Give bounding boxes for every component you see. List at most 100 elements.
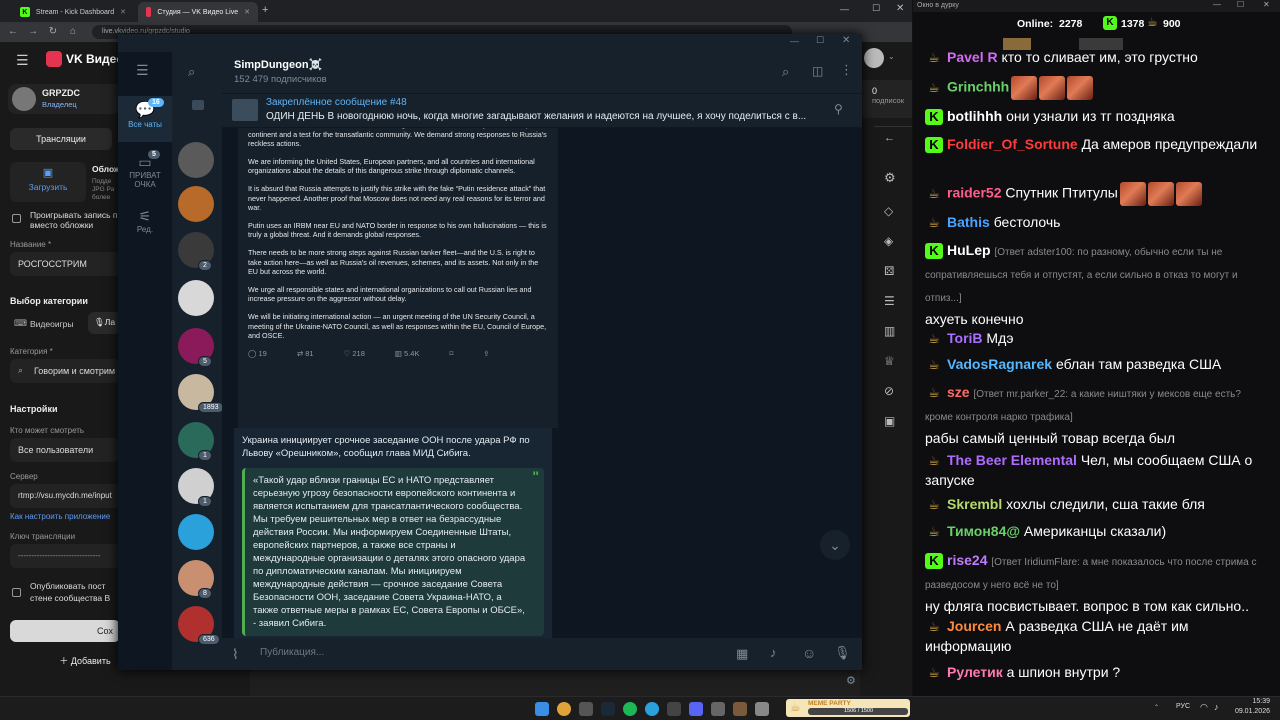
emoji-icon[interactable]: ☺ [802,645,816,661]
chat-username[interactable]: botlihhh [947,108,1002,124]
reload-icon[interactable]: ↻ [46,25,60,39]
app-icon[interactable] [711,702,725,716]
meme-party-widget[interactable]: ☕ MEME PARTY 1506 / 1500 [786,699,910,717]
folder-private[interactable]: ▭ ПРИВАТ ОЧКА 5 [118,150,172,196]
close-tab-icon[interactable]: ✕ [120,8,126,16]
category-field[interactable]: ⌕ Говорим и смотрим [10,359,120,383]
pin-list-icon[interactable]: ⚲ [834,102,843,116]
app-icon[interactable] [733,702,747,716]
maximize-window-icon[interactable]: ☐ [816,35,824,46]
telegram-icon[interactable] [645,702,659,716]
bell-icon[interactable]: ♪ [770,645,777,660]
chat-avatar[interactable] [178,280,214,316]
forward-icon[interactable]: → [26,25,40,39]
close-window-icon[interactable]: ✕ [1263,0,1270,9]
folder-edit[interactable]: ⚟ Ред. [118,208,172,234]
chat-off-icon[interactable]: ⊘ [884,384,894,398]
add-button[interactable]: ＋ Добавить [10,650,120,672]
browser-tab-vk[interactable]: Студия — VK Видео Live ✕ [138,2,258,22]
chat-username[interactable]: Pavel R [947,49,998,65]
volume-icon[interactable]: ♪ [1214,702,1219,712]
maximize-window-icon[interactable]: ☐ [1237,0,1244,9]
back-icon[interactable]: ← [6,25,20,39]
chat-username[interactable]: Foldier_Of_Sortune [947,136,1078,152]
stream-key-field[interactable]: ------------------------------- [10,544,120,568]
browser-tab-kick[interactable]: K Stream - Kick Dashboard ✕ [12,2,134,22]
video-icon[interactable]: ▣ [884,414,895,428]
who-can-watch-select[interactable]: Все пользователи [10,438,120,462]
maximize-window-icon[interactable]: ☐ [872,3,880,14]
chat-avatar[interactable] [178,186,214,222]
list-icon[interactable]: ☰ [884,294,895,308]
chat-username[interactable]: HuLep [947,242,991,258]
chat-username[interactable]: Bathis [947,214,990,230]
close-tab-icon[interactable]: ✕ [244,8,250,16]
chat-username[interactable]: Skrembl [947,496,1002,512]
wifi-icon[interactable]: ◠ [1200,702,1208,713]
scroll-down-button[interactable]: ⌄ [820,530,850,560]
chat-avatar[interactable] [178,514,214,550]
chat-username[interactable]: raider52 [947,185,1001,201]
hamburger-menu-icon[interactable]: ☰ [16,52,29,69]
chat-username[interactable]: Jourcen [947,618,1001,634]
chevron-up-icon[interactable]: ⌃ [1154,704,1159,711]
collapse-panel-icon[interactable]: ← [874,126,912,152]
archive-icon[interactable] [192,100,204,110]
profile-card[interactable]: GRPZDC Владелец [8,84,122,114]
sidebar-toggle-icon[interactable]: ◫ [812,64,823,78]
search-icon[interactable]: ⌕ [188,64,195,80]
chat-username[interactable]: Тимон84@ [947,523,1020,539]
chat-username[interactable]: VadosRagnarek [947,356,1052,372]
channel-name[interactable]: SimpDungeon☠️ [234,58,322,71]
category-games-button[interactable]: Видеоигры [30,319,74,329]
chat-username[interactable]: ToriB [947,330,983,346]
gear-icon[interactable]: ⚙ [884,170,896,186]
folder-all-chats[interactable]: 💬 Все чаты 16 [118,96,172,142]
new-tab-icon[interactable]: + [262,4,268,16]
discord-icon[interactable] [689,702,703,716]
windows-start-icon[interactable] [535,702,549,716]
more-options-icon[interactable]: ⋮ [840,62,853,78]
chevron-down-icon[interactable]: ⌄ [888,52,895,61]
howto-link[interactable]: Как настроить приложение [10,512,110,521]
publish-checkbox[interactable] [12,588,21,597]
app-icon[interactable] [667,702,681,716]
chat-username[interactable]: The Beer Elemental [947,452,1077,468]
close-window-icon[interactable]: ✕ [842,35,850,46]
bar-chart-icon[interactable]: ▥ [884,324,895,338]
diamond-icon[interactable]: ◇ [884,204,893,218]
chat-username[interactable]: Рулетик [947,664,1003,680]
minimize-window-icon[interactable]: — [840,4,849,14]
calendar-icon[interactable]: ▦ [736,646,748,662]
spotify-icon[interactable] [623,702,637,716]
gear-icon[interactable]: ⚙ [846,674,856,687]
upload-button[interactable]: ▣ Загрузить [10,162,86,202]
trophy-icon[interactable]: ♕ [884,354,895,368]
chat-username[interactable]: rise24 [947,552,987,568]
attach-icon[interactable]: ⌇ [232,646,239,663]
minimize-window-icon[interactable]: — [1213,0,1221,9]
close-window-icon[interactable]: ✕ [896,3,904,14]
save-button[interactable]: Сох [10,620,120,642]
gem-icon[interactable]: ◈ [884,234,893,248]
hamburger-menu-icon[interactable]: ☰ [136,62,149,79]
clock-date[interactable]: 09.01.2026 [1230,708,1270,715]
message-input[interactable]: Публикация... [260,647,700,658]
tab-streams[interactable]: Трансляции [10,128,112,150]
app-icon[interactable] [755,702,769,716]
search-icon[interactable]: ⌕ [782,64,789,80]
mic-icon[interactable]: 🎙 [834,645,851,661]
avatar[interactable] [864,48,884,68]
chat-username[interactable]: sze [947,384,970,400]
server-field[interactable]: rtmp://vsu.mycdn.me/input [10,484,120,508]
app-icon[interactable] [579,702,593,716]
clock-time[interactable]: 15:39 [1230,698,1270,705]
record-checkbox[interactable] [12,214,21,223]
channel-message[interactable]: Украина инициирует срочное заседание ООН… [234,428,552,638]
chrome-icon[interactable] [557,702,571,716]
name-field[interactable]: РОСГОССТРИМ [10,252,120,276]
chat-username[interactable]: Grinchhh [947,79,1009,95]
home-icon[interactable]: ⌂ [66,25,80,39]
dice-icon[interactable]: ⚄ [884,264,894,278]
pinned-message-bar[interactable]: Закреплённое сообщение #48 ОДИН ДЕНЬ В н… [222,94,862,128]
